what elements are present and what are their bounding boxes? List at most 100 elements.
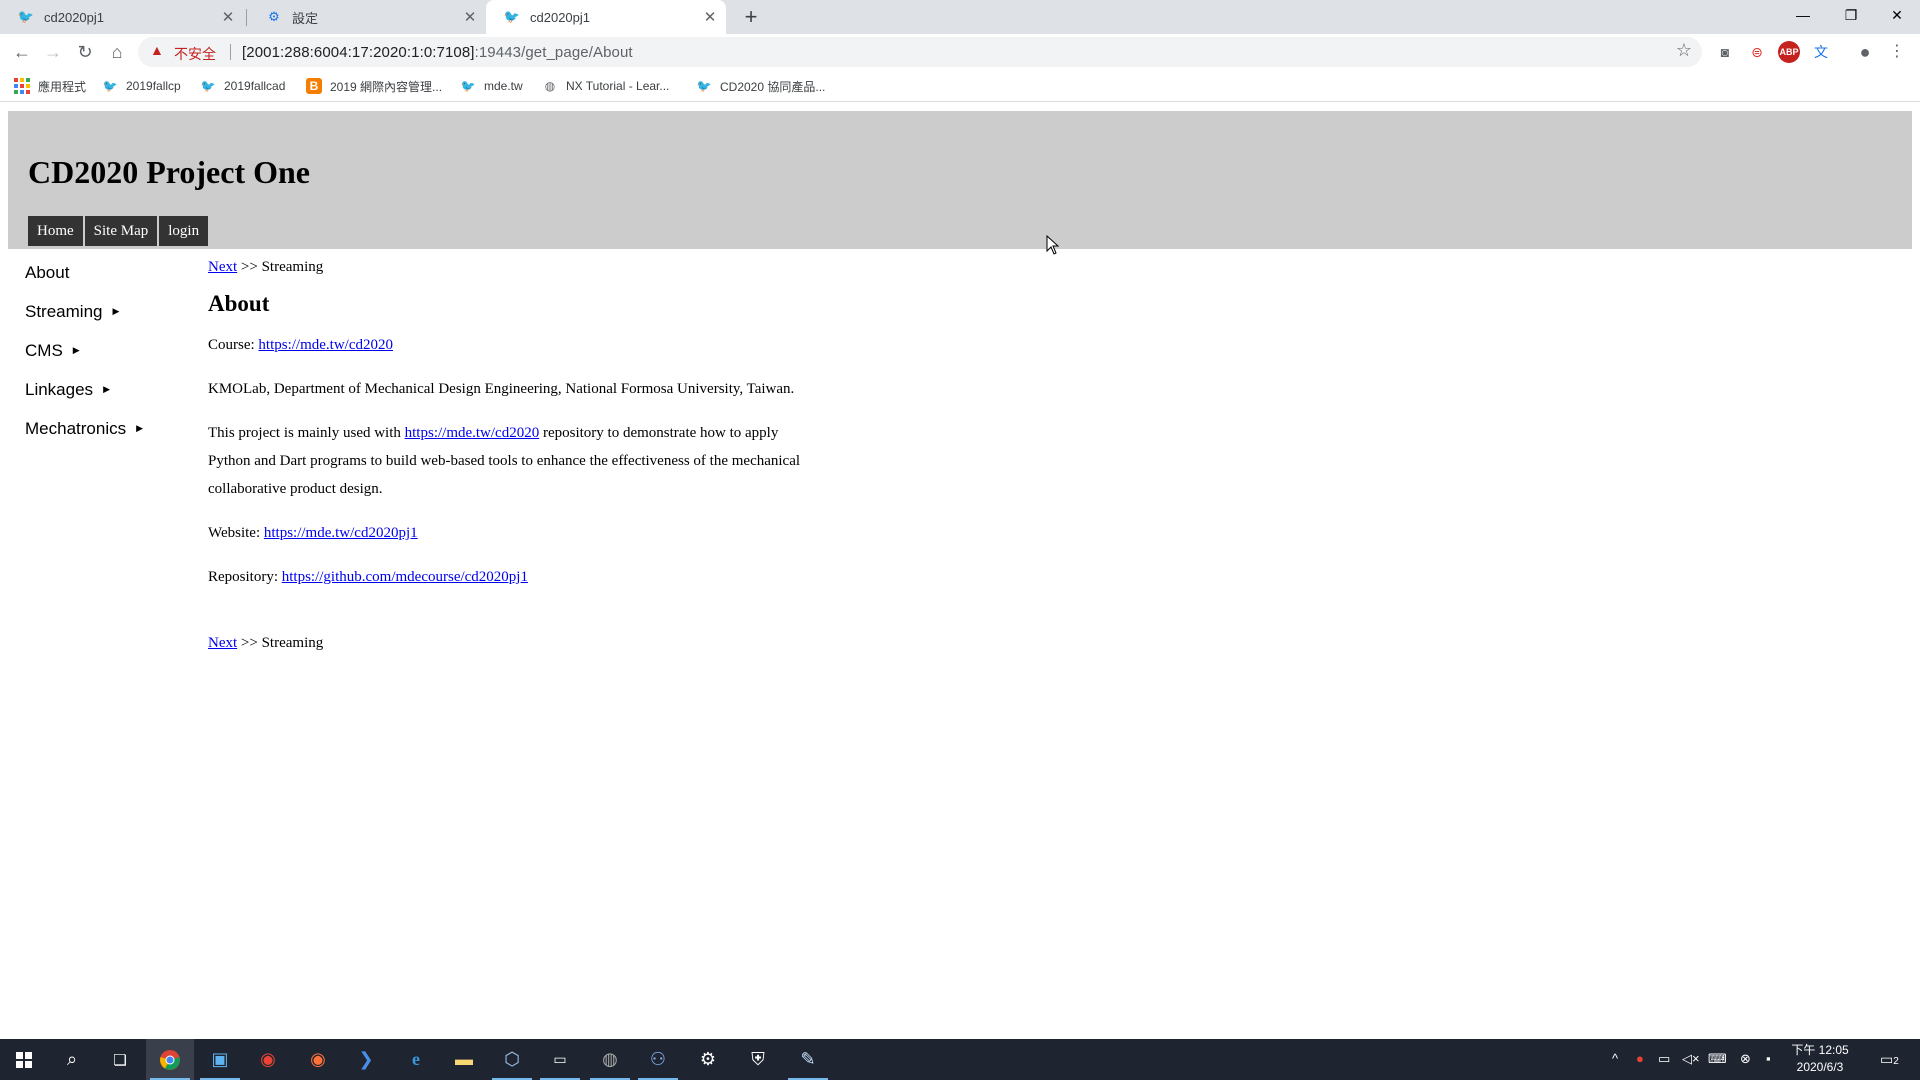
menu-icon[interactable]: ⋮ bbox=[1886, 41, 1908, 63]
powershell-icon[interactable]: ❯ bbox=[342, 1039, 390, 1080]
sidebar-item-mechatronics[interactable]: Mechatronics ▶ bbox=[25, 409, 195, 448]
volume-muted-icon[interactable]: ◁× bbox=[1682, 1051, 1700, 1067]
repository-label: Repository: bbox=[208, 569, 282, 585]
security-label[interactable]: 不安全 bbox=[174, 44, 216, 64]
affiliation-paragraph: KMOLab, Department of Mechanical Design … bbox=[208, 381, 795, 397]
input-method-icon[interactable]: ▪ bbox=[1766, 1051, 1771, 1066]
system-clock[interactable]: 下午 12:05 2020/6/3 bbox=[1784, 1042, 1856, 1076]
nav-login-link[interactable]: login bbox=[159, 216, 209, 246]
gear-icon: ⚙ bbox=[268, 9, 280, 24]
profile-icon[interactable]: ● bbox=[1854, 41, 1876, 63]
forward-arrow-icon[interactable]: → bbox=[41, 40, 65, 64]
remote-desktop-icon[interactable]: ▣ bbox=[196, 1039, 244, 1080]
caret-right-icon: ▶ bbox=[103, 384, 110, 394]
globe-icon: ◍ bbox=[544, 79, 556, 93]
apps-icon bbox=[14, 78, 30, 94]
breadcrumb-bottom: Next >> Streaming bbox=[208, 629, 808, 657]
website-link[interactable]: https://mde.tw/cd2020pj1 bbox=[264, 525, 418, 541]
terminal-icon[interactable]: ▭ bbox=[536, 1039, 584, 1080]
tab-cd2020pj1-first[interactable]: 🐦 cd2020pj1 ✕ bbox=[0, 0, 244, 34]
mouse-cursor-icon bbox=[1046, 235, 1060, 255]
bookmark-label: 應用程式 bbox=[38, 79, 87, 94]
close-icon[interactable]: ✕ bbox=[700, 8, 720, 26]
tab-cd2020pj1-active[interactable]: 🐦 cd2020pj1 ✕ bbox=[486, 0, 726, 34]
maximize-button[interactable]: ❐ bbox=[1828, 0, 1874, 30]
tab-title: cd2020pj1 bbox=[44, 9, 104, 25]
bookmark-star-icon[interactable]: ☆ bbox=[1676, 40, 1692, 61]
home-icon[interactable]: ⌂ bbox=[105, 40, 129, 64]
bookmark-label: mde.tw bbox=[484, 79, 523, 93]
caret-right-icon: ▶ bbox=[112, 306, 120, 316]
close-window-button[interactable]: ✕ bbox=[1874, 0, 1920, 30]
bookmark-2019fallcad[interactable]: 🐦 2019fallcad bbox=[200, 76, 286, 96]
repository-link[interactable]: https://github.com/mdecourse/cd2020pj1 bbox=[282, 569, 528, 585]
translate-icon[interactable]: 文 bbox=[1810, 41, 1832, 63]
close-icon[interactable]: ✕ bbox=[460, 8, 480, 26]
next-link[interactable]: Next bbox=[208, 635, 237, 651]
bookmark-apps[interactable]: 應用程式 bbox=[14, 76, 86, 96]
edge-icon[interactable]: e bbox=[392, 1039, 440, 1080]
nav-site-map-link[interactable]: Site Map bbox=[84, 216, 158, 246]
tab-settings[interactable]: ⚙ 設定 ✕ bbox=[248, 0, 486, 34]
windows-taskbar: ⌕ ❏ ▣ ◉ ◉ ❯ e ▬ ⬡ ▭ ◍ ⚇ ⚙ ⛨ ✎ ^ ● ▭ ◁× ⌨… bbox=[0, 1039, 1920, 1080]
bird-icon: 🐦 bbox=[460, 79, 476, 93]
task-view-icon[interactable]: ❏ bbox=[96, 1039, 144, 1080]
chrome-icon[interactable] bbox=[146, 1039, 194, 1080]
website-paragraph: Website: https://mde.tw/cd2020pj1 bbox=[208, 519, 808, 547]
course-label: Course: bbox=[208, 337, 259, 353]
search-icon[interactable]: ⌕ bbox=[48, 1039, 96, 1080]
tray-close-icon[interactable]: ⊗ bbox=[1740, 1051, 1751, 1067]
repository-paragraph: Repository: https://github.com/mdecourse… bbox=[208, 563, 808, 591]
network-icon[interactable]: ▭ bbox=[1658, 1051, 1670, 1067]
course-link[interactable]: https://mde.tw/cd2020 bbox=[258, 337, 393, 353]
main-content: Next >> Streaming About Course: https://… bbox=[208, 253, 808, 657]
adblock-icon[interactable]: ABP bbox=[1778, 41, 1800, 63]
close-icon[interactable]: ✕ bbox=[218, 8, 238, 26]
sidebar-item-linkages[interactable]: Linkages ▶ bbox=[25, 370, 195, 409]
bookmark-mde-tw[interactable]: 🐦 mde.tw bbox=[460, 76, 523, 96]
description-link[interactable]: https://mde.tw/cd2020 bbox=[405, 425, 540, 441]
back-arrow-icon[interactable]: ← bbox=[10, 40, 34, 64]
address-bar[interactable]: ▲ 不安全 [2001:288:6004:17:2020:1:0:7108]:1… bbox=[138, 37, 1702, 67]
url-path: :19443/get_page/About bbox=[474, 44, 633, 61]
security-shield-icon[interactable]: ⛨ bbox=[734, 1039, 782, 1080]
file-explorer-icon[interactable]: ▬ bbox=[440, 1039, 488, 1080]
virtualbox-icon[interactable]: ⬡ bbox=[488, 1039, 536, 1080]
tray-chrome-icon[interactable]: ● bbox=[1636, 1051, 1644, 1066]
next-link[interactable]: Next bbox=[208, 259, 237, 275]
site-nav: Home Site Map login bbox=[28, 216, 209, 246]
bookmark-label: 2019fallcad bbox=[224, 79, 286, 93]
warning-icon: ▲ bbox=[150, 42, 164, 58]
keyboard-icon[interactable]: ⌨ bbox=[1708, 1051, 1727, 1067]
bookmark-2019fallcp[interactable]: 🐦 2019fallcp bbox=[102, 76, 181, 96]
bookmark-cd2020[interactable]: 🐦 CD2020 協同產品... bbox=[696, 76, 826, 96]
reload-icon[interactable]: ↻ bbox=[73, 40, 97, 64]
minimize-button[interactable]: — bbox=[1780, 0, 1826, 30]
bookmark-nx-tutorial[interactable]: ◍ NX Tutorial - Lear... bbox=[542, 76, 670, 96]
windows-start-icon[interactable] bbox=[0, 1039, 48, 1080]
paint-app-icon[interactable]: ✎ bbox=[784, 1039, 832, 1080]
notification-center[interactable]: ▭2 bbox=[1880, 1051, 1899, 1068]
network-app-icon[interactable]: ⚇ bbox=[634, 1039, 682, 1080]
clock-date: 2020/6/3 bbox=[1796, 1060, 1844, 1074]
settings-gear-icon[interactable]: ⚙ bbox=[684, 1039, 732, 1080]
url-text[interactable]: [2001:288:6004:17:2020:1:0:7108]:19443/g… bbox=[242, 44, 633, 61]
new-tab-button[interactable]: + bbox=[738, 4, 764, 30]
sidebar-item-streaming[interactable]: Streaming ▶ bbox=[25, 292, 195, 331]
sidebar-item-label: CMS bbox=[25, 341, 63, 360]
chevron-up-icon[interactable]: ^ bbox=[1612, 1051, 1618, 1066]
chrome-canary-icon[interactable]: ◉ bbox=[244, 1039, 292, 1080]
firefox-icon[interactable]: ◉ bbox=[294, 1039, 342, 1080]
extension-icon[interactable]: ⊜ bbox=[1746, 41, 1768, 63]
camera-icon[interactable]: ◙ bbox=[1714, 41, 1736, 63]
bookmark-label: CD2020 協同產品... bbox=[720, 79, 826, 94]
sidebar-item-about[interactable]: About bbox=[25, 253, 195, 292]
bookmark-2019-cms[interactable]: B 2019 網際內容管理... bbox=[306, 76, 442, 96]
bird-icon: 🐦 bbox=[696, 79, 712, 93]
notification-count: 2 bbox=[1893, 1056, 1899, 1067]
bird-icon: 🐦 bbox=[200, 79, 216, 93]
app-sphere-icon[interactable]: ◍ bbox=[586, 1039, 634, 1080]
sidebar-item-cms[interactable]: CMS ▶ bbox=[25, 331, 195, 370]
nav-home-link[interactable]: Home bbox=[28, 216, 83, 246]
description-paragraph: This project is mainly used with https:/… bbox=[208, 419, 808, 503]
